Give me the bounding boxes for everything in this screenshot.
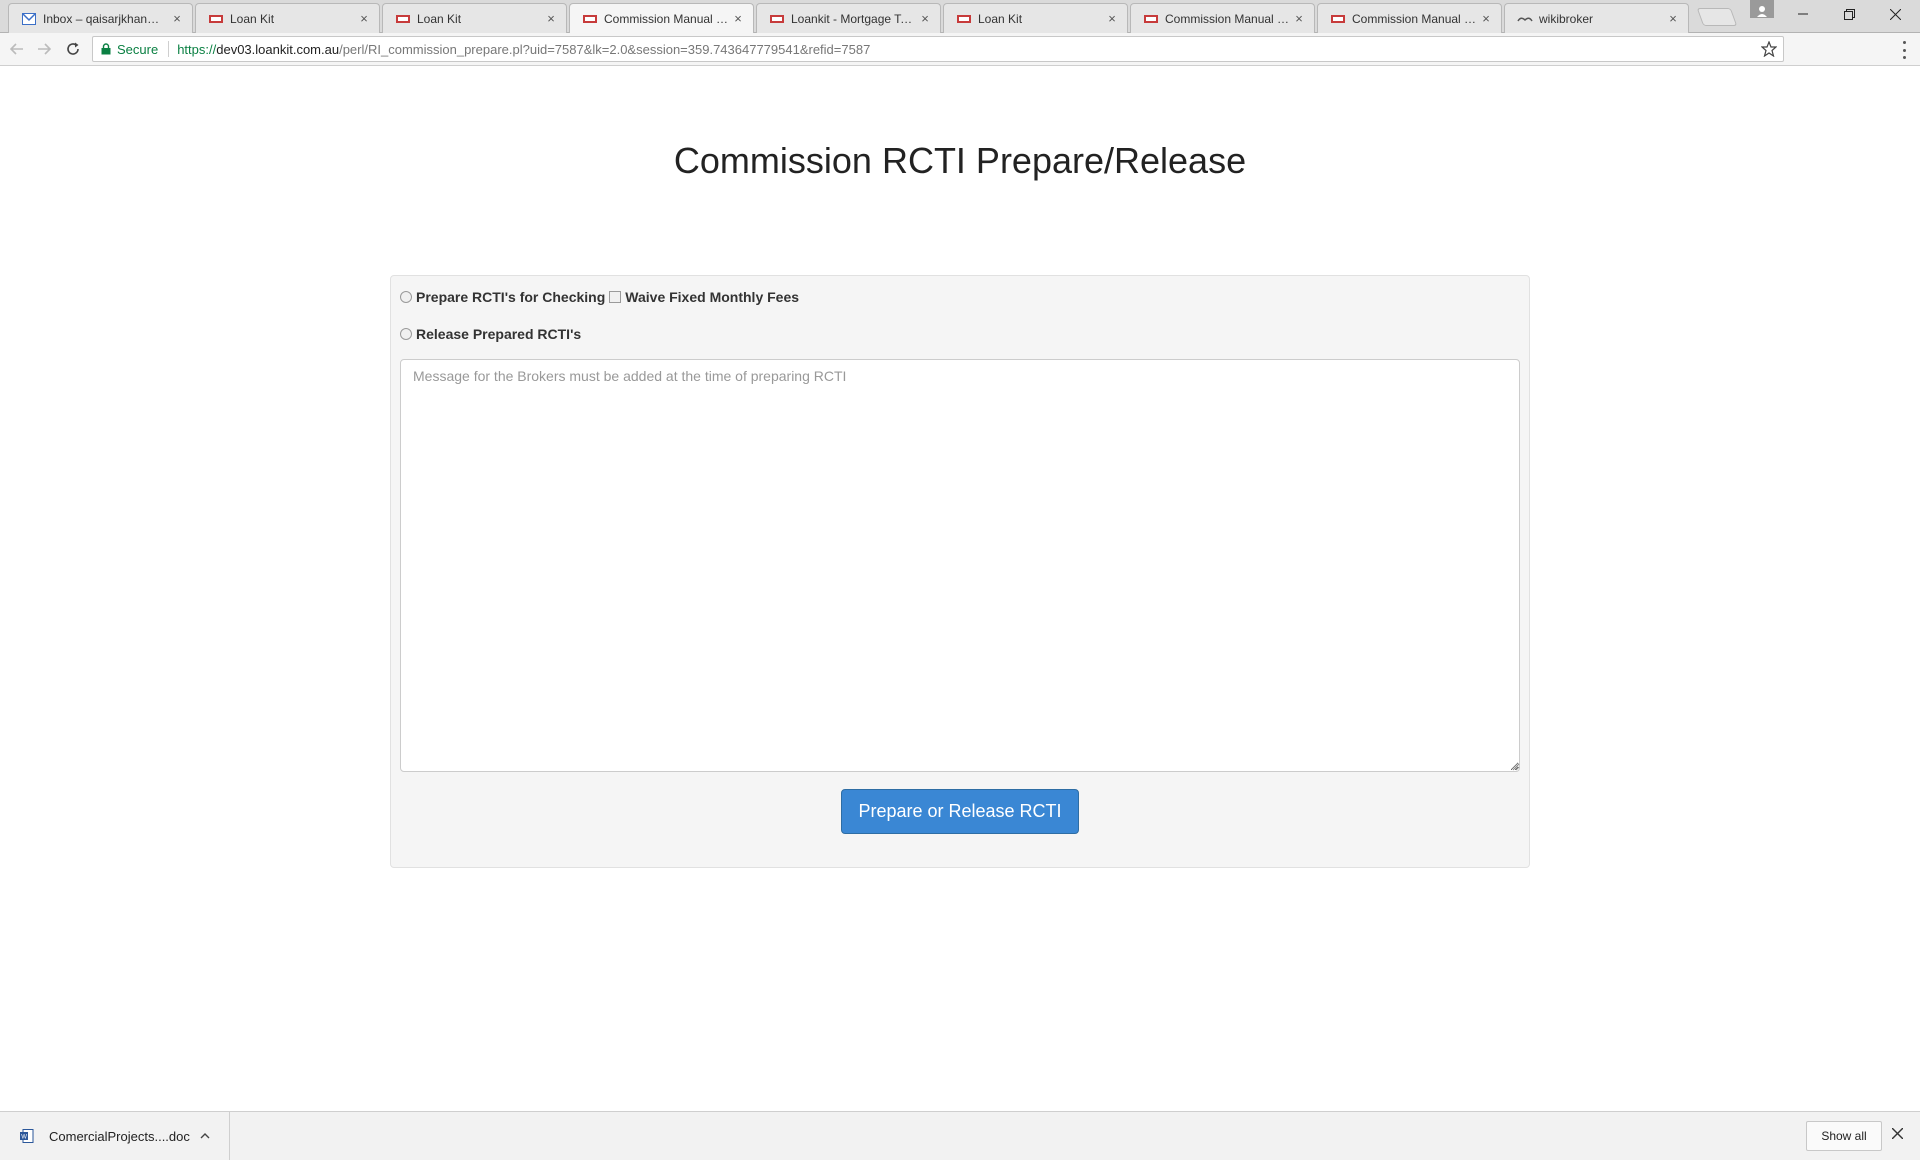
tab-title: Loankit - Mortgage Tools bbox=[791, 11, 918, 26]
loankit-icon bbox=[956, 11, 972, 27]
word-doc-icon: W bbox=[20, 1129, 34, 1143]
rcti-form-panel: Prepare RCTI's for Checking Waive Fixed … bbox=[390, 275, 1530, 868]
secure-label: Secure bbox=[117, 41, 159, 57]
tab-commission-manual-2[interactable]: Commission Manual Mana × bbox=[1130, 3, 1315, 33]
close-icon[interactable]: × bbox=[731, 11, 745, 26]
close-icon[interactable]: × bbox=[1479, 11, 1493, 26]
tab-title: Commission Manual Mana bbox=[1352, 11, 1479, 26]
tab-inbox[interactable]: Inbox – qaisarjkhan@gmail.com × bbox=[8, 3, 193, 33]
tab-title: Loan Kit bbox=[978, 11, 1023, 26]
secure-indicator[interactable]: Secure bbox=[93, 41, 170, 57]
window-close-icon[interactable] bbox=[1872, 0, 1918, 28]
release-label[interactable]: Release Prepared RCTI's bbox=[416, 326, 581, 342]
address-bar[interactable]: Secure https://dev03.loankit.com.au/perl… bbox=[92, 36, 1784, 62]
broker-message-textarea[interactable] bbox=[400, 359, 1520, 772]
download-shelf: W ComercialProjects....doc Show all bbox=[0, 1111, 1920, 1160]
back-arrow-icon[interactable] bbox=[6, 38, 28, 60]
reload-icon[interactable] bbox=[62, 38, 84, 60]
show-all-downloads-button[interactable]: Show all bbox=[1806, 1121, 1882, 1151]
prepare-option-row: Prepare RCTI's for Checking Waive Fixed … bbox=[400, 289, 799, 305]
close-icon[interactable]: × bbox=[1666, 11, 1680, 26]
prepare-label[interactable]: Prepare RCTI's for Checking bbox=[416, 289, 605, 305]
tab-title: Commission Manual Mana bbox=[604, 11, 731, 26]
tab-loan-kit-2[interactable]: Loan Kit × bbox=[382, 3, 567, 33]
minimize-icon[interactable] bbox=[1780, 0, 1826, 28]
forward-arrow-icon[interactable] bbox=[33, 38, 55, 60]
url-text[interactable]: https://dev03.loankit.com.au/perl/RI_com… bbox=[169, 42, 870, 57]
url-domain: dev03.loankit.com.au bbox=[216, 41, 340, 57]
url-path: /perl/RI_commission_prepare.pl?uid=7587&… bbox=[339, 41, 871, 57]
wikibroker-icon bbox=[1517, 11, 1533, 27]
svg-text:W: W bbox=[21, 1135, 27, 1141]
download-item[interactable]: W ComercialProjects....doc bbox=[0, 1112, 230, 1160]
browser-toolbar: Secure https://dev03.loankit.com.au/perl… bbox=[0, 33, 1920, 66]
close-icon[interactable]: × bbox=[1292, 11, 1306, 26]
tab-title: Loan Kit bbox=[417, 11, 462, 26]
bookmark-star-icon[interactable] bbox=[1760, 40, 1778, 60]
close-icon[interactable]: × bbox=[170, 11, 184, 26]
close-icon[interactable]: × bbox=[918, 11, 932, 26]
waive-fees-label[interactable]: Waive Fixed Monthly Fees bbox=[625, 289, 799, 305]
loankit-icon bbox=[1330, 11, 1346, 27]
loankit-icon bbox=[582, 11, 598, 27]
page-title: Commission RCTI Prepare/Release bbox=[673, 140, 1247, 181]
tab-loan-kit-3[interactable]: Loan Kit × bbox=[943, 3, 1128, 33]
resize-grip-icon[interactable] bbox=[1512, 763, 1520, 771]
profile-icon[interactable] bbox=[1750, 0, 1774, 18]
prepare-radio[interactable] bbox=[400, 291, 412, 303]
chevron-up-icon[interactable] bbox=[200, 1128, 210, 1142]
lock-icon bbox=[101, 43, 111, 55]
tab-title: Inbox – qaisarjkhan@gmail.com bbox=[43, 11, 170, 26]
tab-commission-manual-3[interactable]: Commission Manual Mana × bbox=[1317, 3, 1502, 33]
close-shelf-icon[interactable] bbox=[1891, 1126, 1904, 1144]
tab-loankit-mortgage-tools[interactable]: Loankit - Mortgage Tools × bbox=[756, 3, 941, 33]
close-icon[interactable]: × bbox=[357, 11, 371, 26]
restore-icon[interactable] bbox=[1826, 0, 1872, 28]
browser-tab-strip: Inbox – qaisarjkhan@gmail.com × Loan Kit… bbox=[0, 0, 1920, 33]
prepare-release-button[interactable]: Prepare or Release RCTI bbox=[841, 789, 1079, 834]
tab-commission-manual-active[interactable]: Commission Manual Mana × bbox=[569, 3, 754, 33]
release-radio[interactable] bbox=[400, 328, 412, 340]
tab-title: wikibroker bbox=[1539, 11, 1594, 26]
browser-menu-icon[interactable] bbox=[1896, 41, 1912, 59]
url-scheme: https:// bbox=[177, 41, 217, 57]
gmail-icon bbox=[21, 11, 37, 27]
tab-wikibroker[interactable]: wikibroker × bbox=[1504, 3, 1689, 33]
waive-fees-checkbox[interactable] bbox=[609, 291, 622, 303]
loankit-icon bbox=[1143, 11, 1159, 27]
new-tab-button[interactable] bbox=[1696, 8, 1738, 26]
close-icon[interactable]: × bbox=[1105, 11, 1119, 26]
close-icon[interactable]: × bbox=[544, 11, 558, 26]
loankit-icon bbox=[395, 11, 411, 27]
release-option-row: Release Prepared RCTI's bbox=[400, 326, 581, 342]
tab-title: Loan Kit bbox=[230, 11, 275, 26]
loankit-icon bbox=[208, 11, 224, 27]
download-file-name: ComercialProjects....doc bbox=[49, 1129, 190, 1144]
loankit-icon bbox=[769, 11, 785, 27]
tab-title: Commission Manual Mana bbox=[1165, 11, 1292, 26]
tab-loan-kit-1[interactable]: Loan Kit × bbox=[195, 3, 380, 33]
